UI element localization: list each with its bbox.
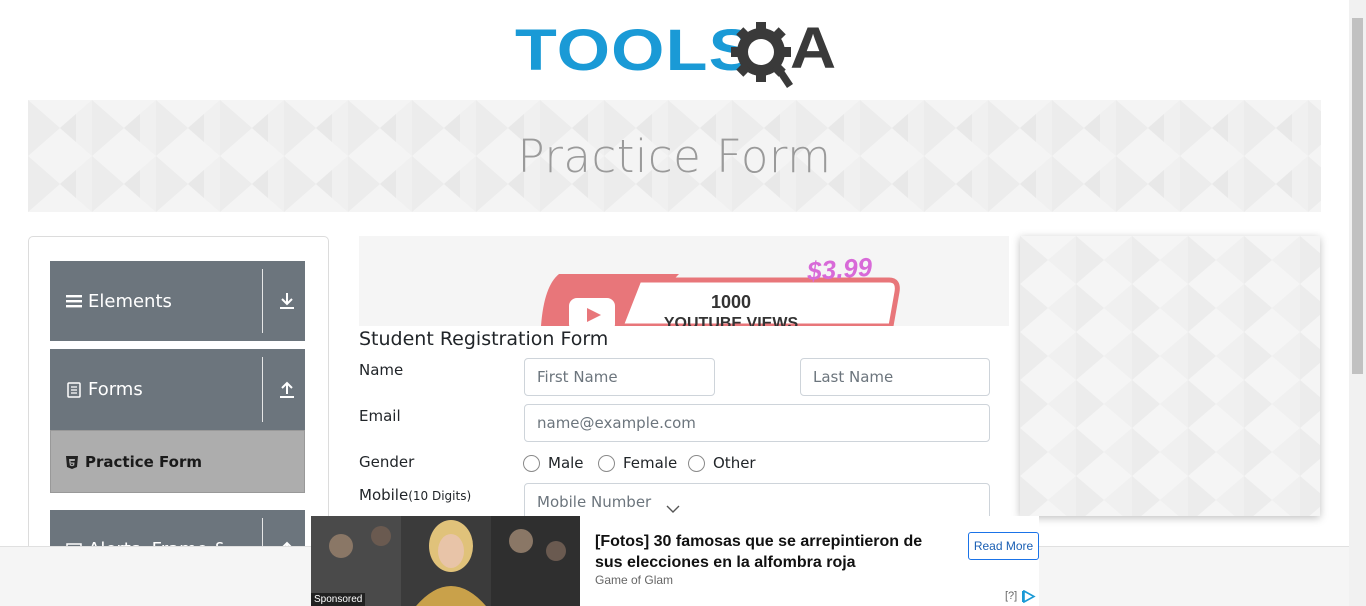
radio-label: Other — [713, 454, 756, 472]
mobile-hint: (10 Digits) — [408, 489, 472, 503]
first-name-input[interactable]: First Name — [524, 358, 715, 396]
radio-circle[interactable] — [523, 454, 540, 472]
gender-radio-female[interactable]: Female — [598, 454, 677, 472]
logo-a-text: A — [790, 16, 837, 81]
scrollbar-thumb[interactable] — [1352, 18, 1363, 374]
ad-line1: 1000 — [711, 292, 751, 312]
sidebar-group-forms[interactable]: Forms — [50, 349, 305, 430]
email-label: Email — [359, 407, 401, 425]
html5-icon — [66, 456, 78, 469]
document-icon — [67, 381, 81, 398]
logo-tools-text: TOOLS — [515, 18, 756, 83]
adchoices-icon[interactable] — [1022, 590, 1036, 603]
gear-magnifier-icon — [731, 22, 793, 88]
page-scrollbar[interactable] — [1349, 0, 1366, 606]
radio-circle[interactable] — [598, 454, 615, 472]
ad-headline[interactable]: [Fotos] 30 famosas que se arrepintieron … — [595, 531, 940, 573]
chevron-down-icon — [666, 505, 680, 513]
divider — [262, 357, 263, 422]
ad-info-link[interactable]: [?] — [1005, 590, 1017, 602]
gender-radio-other[interactable]: Other — [688, 454, 756, 472]
ad-banner-youtube[interactable]: 1000 YOUTUBE VIEWS $3.99 — [359, 236, 1009, 326]
youtube-views-ad-graphic: 1000 YOUTUBE VIEWS $3.99 — [359, 236, 1009, 326]
menu-icon — [66, 295, 82, 308]
read-more-button[interactable]: Read More — [968, 532, 1039, 560]
ad-pattern — [1020, 236, 1320, 516]
ad-sidebar-right[interactable] — [1020, 236, 1320, 516]
sidebar-item-label: Practice Form — [85, 452, 202, 471]
bottom-sponsored-ad[interactable]: Sponsored [Fotos] 30 famosas que se arre… — [311, 516, 1039, 606]
last-name-input[interactable]: Last Name — [800, 358, 990, 396]
form-title: Student Registration Form — [359, 328, 609, 350]
sidebar-item-practice-form[interactable]: Practice Form — [50, 430, 305, 493]
toolsqa-logo[interactable]: TOOLS A — [515, 16, 840, 91]
gender-label: Gender — [359, 453, 415, 471]
sponsored-label: Sponsored — [311, 593, 366, 606]
ad-photo[interactable]: Sponsored — [311, 516, 580, 606]
radio-label: Male — [548, 454, 584, 472]
upload-arrow-icon — [280, 381, 294, 398]
sidebar-group-label: Forms — [88, 379, 143, 400]
sidebar-group-label: Elements — [88, 290, 172, 312]
mobile-label: Mobile(10 Digits) — [359, 486, 471, 504]
page-banner: Practice Form — [28, 100, 1321, 212]
radio-circle[interactable] — [688, 454, 705, 472]
ad-price: $3.99 — [805, 252, 874, 287]
mobile-label-text: Mobile — [359, 486, 409, 504]
sidebar-group-elements[interactable]: Elements — [50, 261, 305, 341]
ad-source: Game of Glam — [595, 573, 674, 587]
name-label: Name — [359, 361, 404, 379]
page-title: Practice Form — [517, 130, 832, 183]
divider — [262, 269, 263, 333]
email-input[interactable]: name@example.com — [524, 404, 990, 442]
ad-line2: YOUTUBE VIEWS — [664, 315, 799, 326]
gender-radio-male[interactable]: Male — [523, 454, 584, 472]
download-arrow-icon — [280, 293, 294, 309]
radio-label: Female — [623, 454, 678, 472]
